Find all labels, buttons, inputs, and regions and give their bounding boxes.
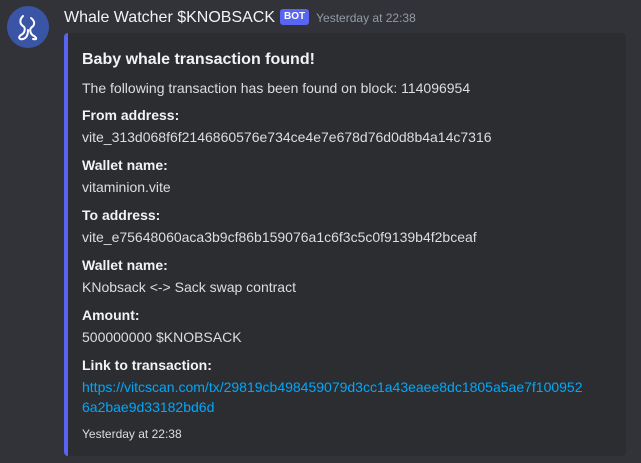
field-transaction-link: Link to transaction: https://vitcscan.co… <box>82 356 610 417</box>
field-name: Wallet name: <box>82 257 168 273</box>
transaction-link[interactable]: https://vitcscan.com/tx/29819cb498459079… <box>82 377 610 417</box>
embed-footer-timestamp: Yesterday at 22:38 <box>82 427 182 441</box>
chat-message: Whale Watcher $KNOBSACK BOT Yesterday at… <box>0 0 641 463</box>
field-name: To address: <box>82 207 161 223</box>
field-to-address: To address: vite_e75648060aca3b9cf86b159… <box>82 206 610 247</box>
field-value: vite_313d068f6f2146860576e734ce4e7e678d7… <box>82 129 492 145</box>
field-from-address: From address: vite_313d068f6f2146860576e… <box>82 106 610 147</box>
transaction-link-line2[interactable]: 6a2bae9d33182bd6d <box>82 399 214 415</box>
avatar[interactable] <box>7 6 49 48</box>
author-name[interactable]: Whale Watcher $KNOBSACK <box>64 9 275 27</box>
field-amount: Amount: 500000000 $KNOBSACK <box>82 306 610 347</box>
field-from-wallet-name: Wallet name: vitaminion.vite <box>82 156 610 197</box>
embed-title: Baby whale transaction found! <box>82 51 315 68</box>
field-name: Amount: <box>82 307 140 323</box>
field-name: From address: <box>82 107 180 123</box>
transaction-link-line1[interactable]: https://vitcscan.com/tx/29819cb498459079… <box>82 379 583 395</box>
field-value: KNobsack <-> Sack swap contract <box>82 279 296 295</box>
message-header: Whale Watcher $KNOBSACK BOT Yesterday at… <box>64 6 416 30</box>
field-value: vitaminion.vite <box>82 179 171 195</box>
field-value: 500000000 $KNOBSACK <box>82 329 242 345</box>
embed-description: The following transaction has been found… <box>82 80 471 96</box>
bot-badge: BOT <box>280 9 310 25</box>
field-to-wallet-name: Wallet name: KNobsack <-> Sack swap cont… <box>82 256 610 297</box>
embed-card: Baby whale transaction found! The follow… <box>64 33 626 456</box>
message-timestamp[interactable]: Yesterday at 22:38 <box>316 11 416 25</box>
swirl-logo-icon <box>18 15 38 41</box>
field-name: Link to transaction: <box>82 357 212 373</box>
field-value: vite_e75648060aca3b9cf86b159076a1c6f3c5c… <box>82 229 477 245</box>
field-name: Wallet name: <box>82 157 168 173</box>
